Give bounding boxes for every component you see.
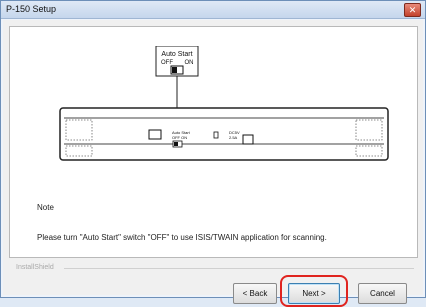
- footer-divider: [64, 268, 414, 269]
- dialog-body: Auto Start OFF ON Auto Start OFF ON DC5V…: [3, 20, 423, 307]
- window-title: P-150 Setup: [6, 4, 57, 14]
- callout-switch-knob: [172, 67, 177, 73]
- close-button[interactable]: ✕: [404, 3, 421, 17]
- back-button[interactable]: < Back: [233, 283, 277, 304]
- title-bar: P-150 Setup ✕: [1, 1, 425, 19]
- scanner-body: [59, 107, 389, 161]
- content-panel: Auto Start OFF ON Auto Start OFF ON DC5V…: [9, 26, 418, 258]
- cancel-button[interactable]: Cancel: [358, 283, 407, 304]
- panel-label-off-on: OFF ON: [172, 135, 187, 140]
- close-icon: ✕: [408, 5, 417, 15]
- setup-window: P-150 Setup ✕ Auto Start OFF ON Auto Sta…: [0, 0, 426, 307]
- callout-on-label: ON: [185, 60, 194, 66]
- auto-start-switch-knob: [174, 142, 178, 146]
- callout-title: Auto Start: [161, 51, 192, 58]
- highlight-ring: [280, 275, 348, 307]
- usb-port: [148, 129, 162, 140]
- instruction-text: Please turn "Auto Start" switch "OFF" to…: [37, 233, 327, 242]
- power-port: [242, 134, 254, 145]
- callout-off-label: OFF: [161, 60, 173, 66]
- scanner-illustration: Auto Start OFF ON Auto Start OFF ON DC5V…: [59, 46, 389, 161]
- panel-label-amps: 2.5A: [229, 135, 238, 140]
- note-heading: Note: [37, 203, 54, 212]
- lock-slot: [213, 131, 219, 139]
- installshield-brand: InstallShield: [16, 264, 54, 271]
